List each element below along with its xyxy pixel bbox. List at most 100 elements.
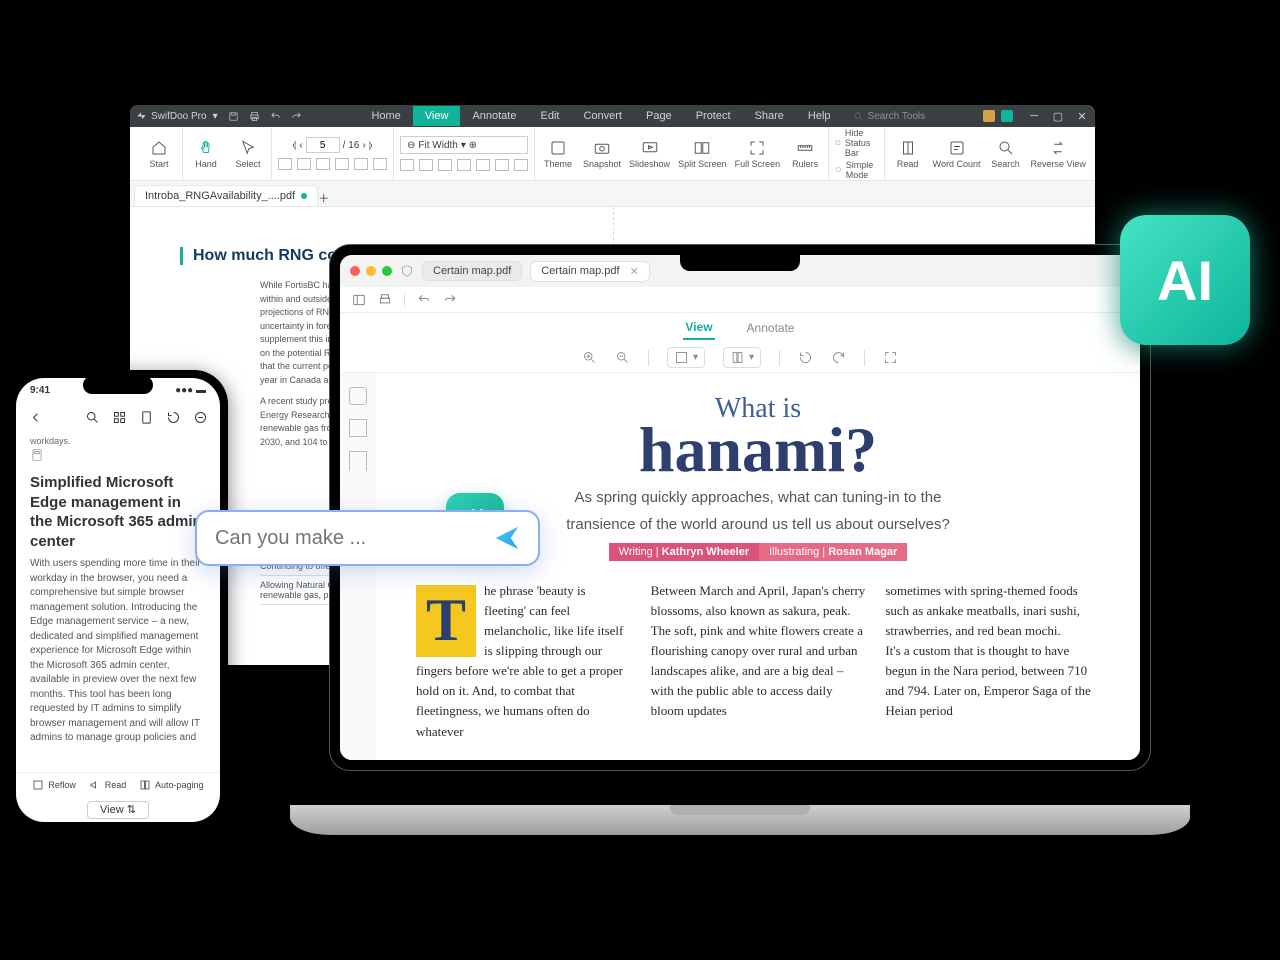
simple-mode-radio[interactable]: Simple Mode <box>835 160 878 180</box>
hide-status-checkbox[interactable]: Hide Status Bar <box>835 128 878 158</box>
search-tools[interactable]: Search Tools <box>853 111 926 122</box>
zoom-out-icon[interactable] <box>615 350 630 365</box>
back-icon[interactable] <box>28 410 43 425</box>
print-icon[interactable] <box>378 293 392 307</box>
brand-icon <box>136 111 147 122</box>
col-2: Between March and April, Japan's cherry … <box>651 581 866 742</box>
layout-select[interactable]: ▾ <box>723 347 761 368</box>
menu-page[interactable]: Page <box>634 106 684 126</box>
top-menu: Home View Annotate Edit Convert Page Pro… <box>359 106 842 126</box>
menu-edit[interactable]: Edit <box>528 106 571 126</box>
notch <box>680 253 800 271</box>
minimize-icon[interactable]: ─ <box>1027 109 1041 123</box>
wordcount-button[interactable]: Word Count <box>933 139 981 169</box>
mac-close-icon[interactable] <box>350 266 360 276</box>
close-icon[interactable]: ✕ <box>1075 109 1089 123</box>
phone: 9:41 ●●● ▬ workdays. Simplified Microsof… <box>8 370 228 830</box>
doc-icon[interactable] <box>139 410 154 425</box>
ai-label: AI <box>1157 248 1213 313</box>
prev-page-icon[interactable]: ‹ <box>299 140 302 151</box>
sidebar-toggle-icon[interactable] <box>352 293 366 307</box>
save-icon[interactable] <box>228 111 239 122</box>
byline-illus: Illustrating | Rosan Magar <box>759 543 907 561</box>
article-body: With users spending more time in their w… <box>30 557 206 746</box>
minus-circle-icon[interactable] <box>193 410 208 425</box>
user-icon[interactable] <box>1001 110 1013 122</box>
fit-select[interactable]: ▾ <box>667 347 705 368</box>
phone-search-icon[interactable] <box>85 410 100 425</box>
rotate-right-icon[interactable] <box>831 350 846 365</box>
page-input[interactable] <box>306 137 340 153</box>
menu-annotate[interactable]: Annotate <box>460 106 528 126</box>
tab-annotate[interactable]: Annotate <box>745 317 797 339</box>
send-button[interactable] <box>492 523 522 553</box>
redo-icon[interactable] <box>443 293 457 307</box>
read-button[interactable]: Read <box>891 139 925 169</box>
tab-view[interactable]: View <box>683 316 714 340</box>
refresh-icon[interactable] <box>166 410 181 425</box>
menu-home[interactable]: Home <box>359 106 412 126</box>
prompt-input[interactable] <box>213 526 492 551</box>
next-page-icon[interactable]: › <box>362 140 365 151</box>
full-label: Full Screen <box>735 159 781 169</box>
snapshot-button[interactable]: Snapshot <box>583 139 621 169</box>
fullscreen-button[interactable]: Full Screen <box>735 139 781 169</box>
app-brand: SwifDoo Pro ▾ <box>136 111 218 122</box>
outline-icon[interactable] <box>349 419 367 437</box>
page-total: / 16 <box>343 140 360 151</box>
thumbs-icon[interactable] <box>349 387 367 405</box>
phone-view-button[interactable]: View ⇅ <box>16 797 220 822</box>
zoom-in-icon[interactable] <box>582 350 597 365</box>
reverse-button[interactable]: Reverse View <box>1031 139 1086 169</box>
mac-tab-1[interactable]: Certain map.pdf <box>422 261 522 281</box>
hide-status-label: Hide Status Bar <box>845 128 878 158</box>
col-1: The phrase 'beauty is fleeting' can feel… <box>416 581 631 742</box>
redo-icon[interactable] <box>291 111 302 122</box>
sublead-1: As spring quickly approaches, what can t… <box>416 489 1100 506</box>
undo-icon[interactable] <box>270 111 281 122</box>
undo-icon[interactable] <box>417 293 431 307</box>
maximize-icon[interactable]: ▢ <box>1051 109 1065 123</box>
read-aloud-button[interactable]: Read <box>89 779 127 791</box>
phone-bottom-bar: Reflow Read Auto-paging <box>16 772 220 797</box>
fullscreen-icon[interactable] <box>883 350 898 365</box>
grid-icon[interactable] <box>112 410 127 425</box>
select-button[interactable]: Select <box>231 139 265 169</box>
mac-tab1-label: Certain map.pdf <box>433 265 511 277</box>
mac-tab-2[interactable]: Certain map.pdf✕ <box>530 261 649 282</box>
read-label: Read <box>105 780 127 790</box>
rulers-button[interactable]: Rulers <box>788 139 822 169</box>
last-page-icon[interactable]: ⦊ <box>369 140 373 151</box>
start-button[interactable]: Start <box>142 139 176 169</box>
mac-max-icon[interactable] <box>382 266 392 276</box>
fit-width-select[interactable]: ⊖ Fit Width ▾ ⊕ <box>400 136 528 154</box>
first-page-icon[interactable]: ⦉ <box>293 140 297 151</box>
menu-help[interactable]: Help <box>796 106 843 126</box>
print-icon[interactable] <box>249 111 260 122</box>
mac-tab-close-icon[interactable]: ✕ <box>630 265 639 278</box>
theme-button[interactable]: Theme <box>541 139 575 169</box>
phone-indicators: ●●● ▬ <box>175 385 206 396</box>
snapshot-label: Snapshot <box>583 159 621 169</box>
new-tab-button[interactable]: ＋ <box>318 190 329 206</box>
autopaging-button[interactable]: Auto-paging <box>139 779 204 791</box>
menu-convert[interactable]: Convert <box>571 106 634 126</box>
split-button[interactable]: Split Screen <box>678 139 727 169</box>
rotate-left-icon[interactable] <box>798 350 813 365</box>
zoom-row: ▾ ▾ <box>340 343 1140 373</box>
shop-icon[interactable] <box>983 110 995 122</box>
doc-tab[interactable]: Introba_RNGAvailability_....pdf <box>134 185 318 206</box>
mac-toolbar <box>340 287 1140 313</box>
hand-button[interactable]: Hand <box>189 139 223 169</box>
slideshow-button[interactable]: Slideshow <box>629 139 670 169</box>
menu-protect[interactable]: Protect <box>684 106 743 126</box>
search-button[interactable]: Search <box>989 139 1023 169</box>
menu-share[interactable]: Share <box>743 106 796 126</box>
reflow-button[interactable]: Reflow <box>32 779 76 791</box>
menu-view[interactable]: View <box>413 106 461 126</box>
page-nav: ⦉ ‹ / 16 › ⦊ <box>293 137 373 153</box>
mac-min-icon[interactable] <box>366 266 376 276</box>
bookmark-icon[interactable] <box>349 451 367 471</box>
magazine-page: # What is hanami? As spring quickly appr… <box>376 373 1140 760</box>
rulers-label: Rulers <box>792 159 818 169</box>
